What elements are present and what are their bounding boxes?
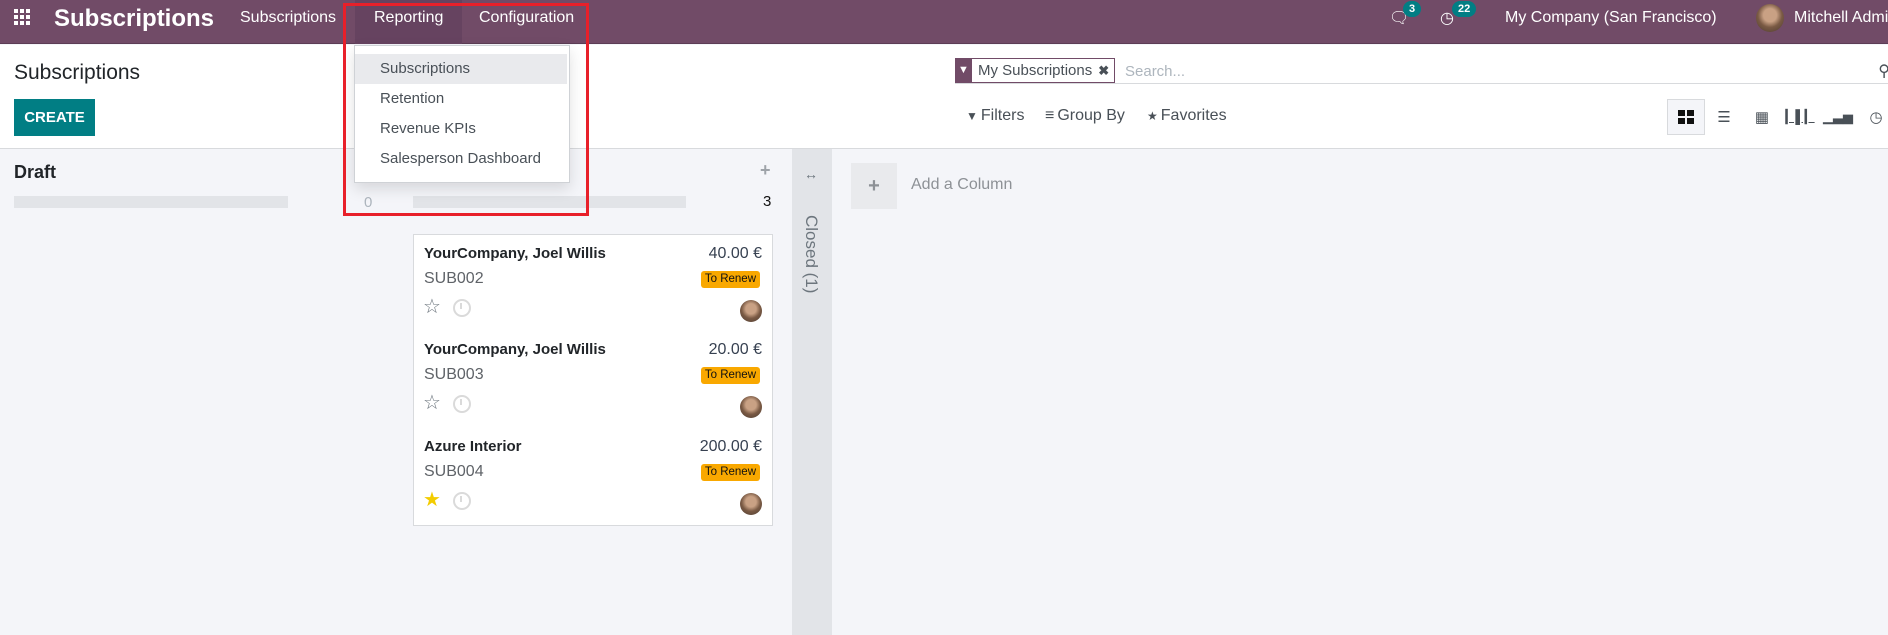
graph-view-button[interactable]: ▎▌▎: [1781, 99, 1819, 135]
card-amount: 40.00 €: [708, 245, 762, 262]
nav-menu-subscriptions[interactable]: Subscriptions: [221, 0, 355, 44]
search-icon[interactable]: ⚲: [1878, 61, 1888, 81]
kanban-card[interactable]: YourCompany, Joel Willis SUB003 20.00 € …: [413, 331, 773, 429]
filter-icon: ▼: [955, 57, 972, 83]
salesperson-avatar: [740, 300, 762, 322]
filters-label: Filters: [980, 107, 1025, 124]
menu-item-retention[interactable]: Retention: [355, 84, 569, 114]
column-progress-bar[interactable]: [14, 196, 288, 208]
page-title: Subscriptions: [14, 61, 141, 84]
star-icon[interactable]: ☆: [423, 297, 441, 317]
signal-bars-icon: ▁▃▅: [1823, 109, 1853, 124]
reporting-dropdown-menu: Subscriptions Retention Revenue KPIs Sal…: [354, 45, 570, 183]
user-menu[interactable]: Mitchell Admin: [1756, 3, 1888, 33]
status-tag: To Renew: [700, 464, 760, 481]
kanban-view-button[interactable]: [1667, 99, 1705, 135]
messages-badge: 3: [1403, 1, 1422, 17]
add-column-label[interactable]: Add a Column: [911, 176, 1012, 194]
group-by-button[interactable]: ≡ Group By: [1045, 107, 1125, 125]
group-by-label: Group By: [1057, 107, 1125, 124]
salesperson-avatar: [740, 493, 762, 515]
folded-column-label: Closed (1): [802, 215, 821, 294]
star-icon: ★: [1147, 109, 1158, 123]
top-navbar: Subscriptions Subscriptions Reporting Co…: [0, 0, 1888, 44]
table-icon: ▦: [1754, 109, 1770, 126]
activity-clock-icon[interactable]: [453, 492, 471, 510]
cohort-view-button[interactable]: ▁▃▅: [1819, 99, 1857, 135]
activity-clock-icon[interactable]: [453, 395, 471, 413]
search-bar: ▼ My Subscriptions ✖ ⚲: [955, 57, 1888, 84]
nav-menu-configuration[interactable]: Configuration: [460, 0, 593, 44]
nav-menu-reporting[interactable]: Reporting: [355, 0, 463, 44]
pivot-view-button[interactable]: ▦: [1743, 99, 1781, 135]
menu-item-salesperson-dashboard[interactable]: Salesperson Dashboard: [355, 144, 569, 174]
column-progress-bar[interactable]: [413, 196, 686, 208]
favorites-button[interactable]: ★ Favorites: [1147, 107, 1227, 125]
app-brand[interactable]: Subscriptions: [54, 5, 214, 33]
column-title-draft[interactable]: Draft: [14, 162, 56, 183]
bar-chart-icon: ▎▌▎: [1785, 109, 1815, 124]
create-button[interactable]: CREATE: [14, 99, 95, 136]
list-icon: ☰: [1717, 109, 1731, 126]
star-icon[interactable]: ☆: [423, 393, 441, 413]
kanban-card[interactable]: Azure Interior SUB004 200.00 € To Renew …: [413, 428, 773, 526]
menu-item-revenue-kpis[interactable]: Revenue KPIs: [355, 114, 569, 144]
card-reference: SUB004: [424, 463, 484, 480]
card-amount: 200.00 €: [699, 438, 762, 455]
column-count: 3: [763, 193, 772, 210]
search-input[interactable]: [1125, 60, 1825, 82]
clock-icon: ◷: [1869, 109, 1883, 126]
card-customer: YourCompany, Joel Willis: [424, 341, 606, 358]
facet-label: My Subscriptions: [978, 62, 1093, 79]
salesperson-avatar: [740, 396, 762, 418]
card-reference: SUB002: [424, 270, 484, 287]
card-reference: SUB003: [424, 366, 484, 383]
activities-badge: 22: [1452, 1, 1477, 17]
filters-button[interactable]: ▼ Filters: [966, 107, 1024, 125]
filter-funnel-icon: ▼: [966, 109, 978, 123]
list-view-button[interactable]: ☰: [1705, 99, 1743, 135]
column-count: 0: [364, 194, 373, 211]
group-by-icon: ≡: [1045, 107, 1055, 124]
kanban-icon: [1678, 110, 1694, 124]
activity-clock-icon[interactable]: [453, 299, 471, 317]
control-panel: Subscriptions CREATE ▼ My Subscriptions …: [0, 45, 1888, 149]
card-amount: 20.00 €: [708, 341, 762, 358]
add-column-button[interactable]: +: [851, 163, 897, 209]
activity-view-button[interactable]: ◷: [1857, 99, 1888, 135]
status-tag: To Renew: [700, 367, 760, 384]
quick-create-icon[interactable]: +: [760, 160, 771, 181]
folded-column-closed[interactable]: ↔ Closed (1): [792, 149, 832, 635]
card-customer: Azure Interior: [424, 438, 522, 455]
status-tag: To Renew: [700, 271, 760, 288]
favorites-label: Favorites: [1160, 107, 1227, 124]
facet-remove-icon[interactable]: ✖: [1098, 63, 1114, 79]
user-name: Mitchell Admin: [1794, 9, 1888, 26]
apps-menu-icon[interactable]: [14, 9, 32, 25]
unfold-arrows-icon: ↔: [804, 166, 818, 182]
user-avatar: [1756, 4, 1784, 32]
plus-icon: +: [868, 174, 880, 197]
menu-item-subscriptions[interactable]: Subscriptions: [355, 54, 567, 84]
card-customer: YourCompany, Joel Willis: [424, 245, 606, 262]
company-switcher[interactable]: My Company (San Francisco): [1505, 0, 1717, 36]
star-filled-icon[interactable]: ★: [423, 490, 441, 510]
kanban-card[interactable]: YourCompany, Joel Willis SUB002 40.00 € …: [413, 234, 773, 332]
search-facet: ▼ My Subscriptions ✖: [955, 57, 1116, 83]
